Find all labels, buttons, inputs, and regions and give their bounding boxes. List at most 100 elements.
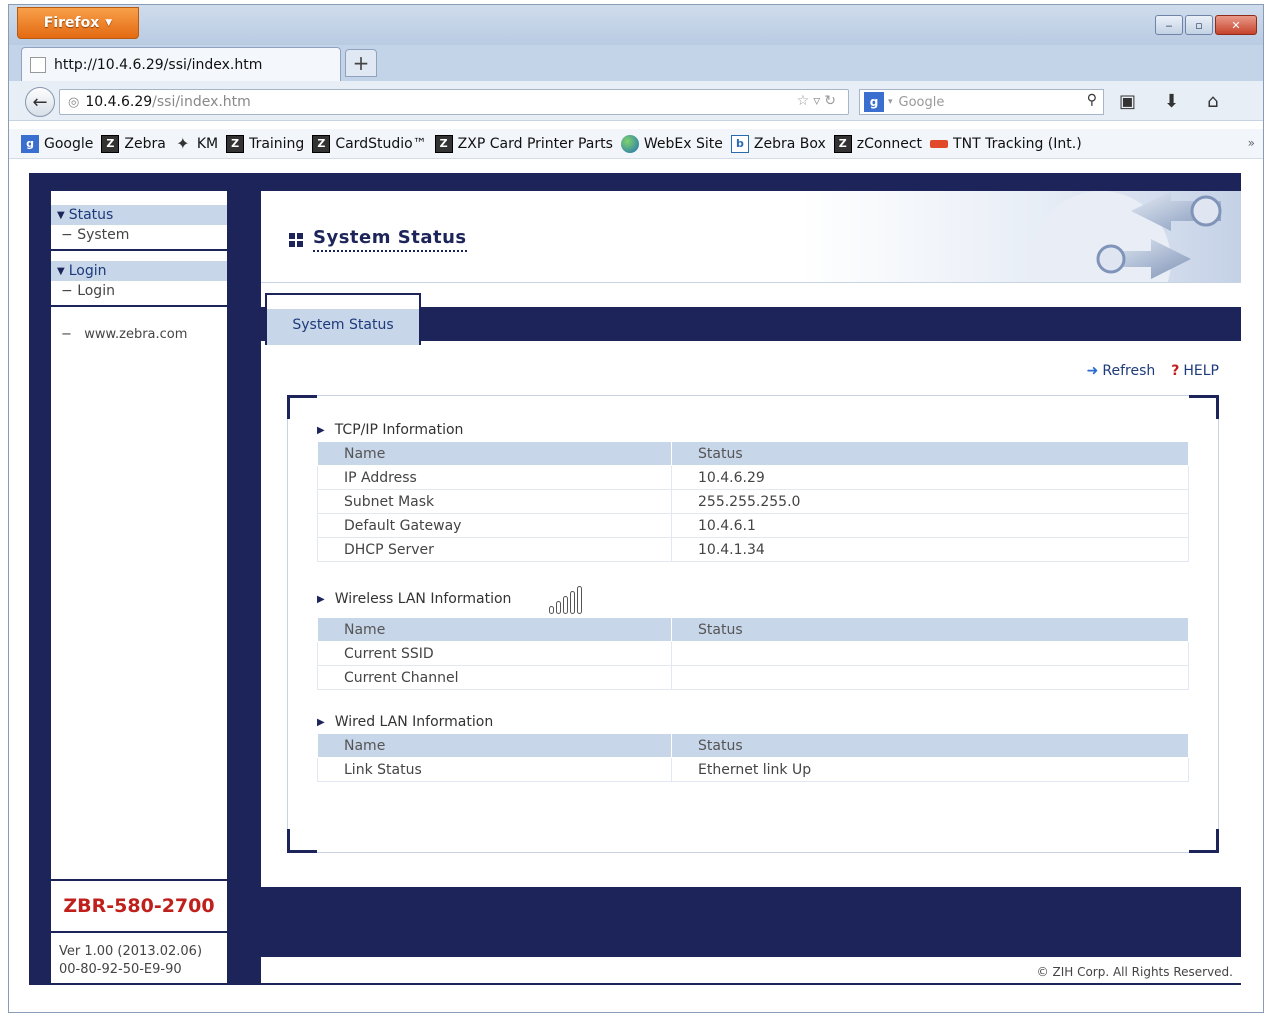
tcpip-section-title: ▶ TCP/IP Information — [317, 419, 1189, 441]
tab-system-status[interactable]: System Status — [265, 293, 421, 345]
refresh-button[interactable]: ➜ Refresh — [1087, 363, 1156, 379]
close-button[interactable]: ✕ — [1215, 15, 1257, 35]
chevron-down-icon: ▼ — [105, 18, 113, 28]
zebra-icon: Z — [833, 134, 852, 153]
bookmark-cardstudio[interactable]: Z CardStudio™ — [312, 134, 427, 153]
table-row: IP Address 10.4.6.29 — [317, 465, 1189, 490]
tab-strip: http://10.4.6.29/ssi/index.htm + — [9, 45, 1263, 81]
bookmark-zebra-box[interactable]: b Zebra Box — [730, 134, 826, 153]
bookmark-km[interactable]: ✦ KM — [174, 134, 218, 153]
menu-item-login-label: Login — [77, 283, 115, 299]
wired-section: ▶ Wired LAN Information Name Status Link … — [317, 711, 1189, 782]
bookmark-label: CardStudio™ — [335, 135, 427, 152]
triangle-right-icon: ▶ — [317, 716, 325, 728]
frame-line — [287, 419, 288, 829]
signal-bar — [577, 586, 583, 614]
refresh-label: Refresh — [1102, 363, 1156, 379]
zebra-icon: Z — [226, 134, 245, 153]
wireless-section: ▶ Wireless LAN Information Name Status C… — [317, 581, 1189, 690]
google-icon: g — [21, 134, 39, 153]
row-status: 10.4.6.29 — [671, 465, 1189, 490]
zebra-link[interactable]: − www.zebra.com — [51, 307, 227, 362]
maximize-button[interactable]: ▫ — [1185, 15, 1213, 35]
menu-item-login[interactable]: − Login — [51, 281, 227, 305]
bookmark-label: Zebra — [124, 135, 166, 152]
status-menu: ▼ Status − System — [51, 205, 227, 251]
firefox-menu-label: Firefox — [43, 15, 100, 31]
bookmarks-overflow-icon[interactable]: » — [1248, 136, 1255, 150]
zebra-icon: Z — [312, 134, 331, 153]
signal-bar — [570, 591, 576, 614]
bookmark-label: Zebra Box — [753, 135, 826, 152]
browser-tab-title: http://10.4.6.29/ssi/index.htm — [54, 56, 263, 73]
signal-bar — [563, 596, 569, 614]
column-header: Status — [671, 441, 1189, 466]
table-header-row: Name Status — [317, 617, 1189, 642]
row-name: Subnet Mask — [317, 489, 672, 514]
bookmark-tnt[interactable]: TNT Tracking (Int.) — [930, 136, 1082, 152]
bookmark-training[interactable]: Z Training — [226, 134, 305, 153]
left-navigation: ▼ Status − System ▼ Login − Login − www.ze… — [49, 189, 229, 985]
search-bar[interactable]: g ▾ Google ⚲ — [859, 89, 1104, 115]
browser-tab[interactable]: http://10.4.6.29/ssi/index.htm — [21, 47, 341, 81]
download-icon[interactable]: ⬇ — [1164, 91, 1179, 112]
printer-web-page: ▼ Status − System ▼ Login − Login − www.ze… — [29, 173, 1241, 985]
signal-bar — [549, 606, 555, 614]
url-path: /ssi/index.htm — [152, 94, 251, 110]
bookmark-label: WebEx Site — [643, 135, 723, 152]
status-menu-header[interactable]: ▼ Status — [51, 205, 227, 225]
url-tools: ☆▿↻ — [797, 93, 840, 109]
column-header: Status — [671, 733, 1189, 758]
history-dropdown-icon[interactable]: ▿ — [813, 93, 824, 109]
refresh-icon: ➜ — [1086, 363, 1099, 379]
triangle-down-icon: ▼ — [57, 209, 65, 221]
column-header: Name — [317, 441, 672, 466]
firefox-menu-button[interactable]: Firefox ▼ — [17, 7, 139, 39]
bookmark-label: Training — [249, 135, 305, 152]
bookmark-zebra[interactable]: Z Zebra — [101, 134, 166, 153]
bookmark-zconnect[interactable]: ZzConnect — [833, 134, 923, 153]
column-header: Name — [317, 733, 672, 758]
page-banner: System Status — [261, 191, 1241, 283]
address-bar[interactable]: ◎ 10.4.6.29/ssi/index.htm ☆▿↻ — [59, 89, 849, 115]
table-row: Link Status Ethernet link Up — [317, 757, 1189, 782]
row-status: 10.4.1.34 — [671, 537, 1189, 562]
table-row: Default Gateway 10.4.6.1 — [317, 513, 1189, 538]
plus-icon: + — [352, 51, 370, 75]
menu-item-system[interactable]: − System — [51, 225, 227, 249]
tcpip-table: Name Status IP Address 10.4.6.29 Subnet … — [317, 441, 1189, 562]
bookmark-label: zConnect — [856, 135, 923, 152]
bookmark-webex[interactable]: WebEx Site — [620, 134, 723, 153]
frame-line — [1218, 419, 1219, 829]
window-menu-icon[interactable]: ▣ — [1119, 91, 1136, 112]
version-info: Ver 1.00 (2013.02.06) 00-80-92-50-E9-90 — [51, 939, 227, 983]
minimize-button[interactable]: ‒ — [1155, 15, 1183, 35]
search-icon[interactable]: ⚲ — [1087, 92, 1097, 108]
arrow-left-icon: ← — [32, 91, 48, 113]
help-button[interactable]: ? HELP — [1171, 363, 1219, 379]
login-menu-header[interactable]: ▼ Login — [51, 261, 227, 281]
triangle-down-icon: ▼ — [57, 265, 65, 277]
home-icon[interactable]: ⌂ — [1207, 91, 1218, 112]
back-button[interactable]: ← — [25, 87, 55, 117]
page-title: System Status — [289, 227, 467, 252]
url-host: 10.4.6.29 — [85, 94, 153, 110]
wired-title-text: Wired LAN Information — [334, 714, 494, 730]
bookmark-label: Google — [44, 135, 94, 152]
bookmark-google[interactable]: g Google — [21, 134, 94, 153]
bookmark-zxp-parts[interactable]: Z ZXP Card Printer Parts — [434, 134, 613, 153]
box-icon: b — [730, 134, 749, 153]
menu-item-system-label: System — [77, 227, 130, 243]
frame-corner — [1189, 829, 1219, 853]
row-name: Current Channel — [317, 665, 672, 690]
new-tab-button[interactable]: + — [345, 49, 377, 77]
bookmark-star-icon[interactable]: ☆ — [797, 93, 814, 109]
wireless-table: Name Status Current SSID Current Channel — [317, 617, 1189, 690]
frame-line — [317, 395, 1189, 396]
triangle-right-icon: ▶ — [317, 593, 325, 605]
bookmark-label: TNT Tracking (Int.) — [953, 135, 1082, 152]
wired-section-title: ▶ Wired LAN Information — [317, 711, 1189, 733]
frame-line — [317, 852, 1189, 853]
main-panel: System Status System Status ➜ Refresh ? … — [259, 189, 1241, 985]
reload-icon[interactable]: ↻ — [824, 93, 840, 109]
